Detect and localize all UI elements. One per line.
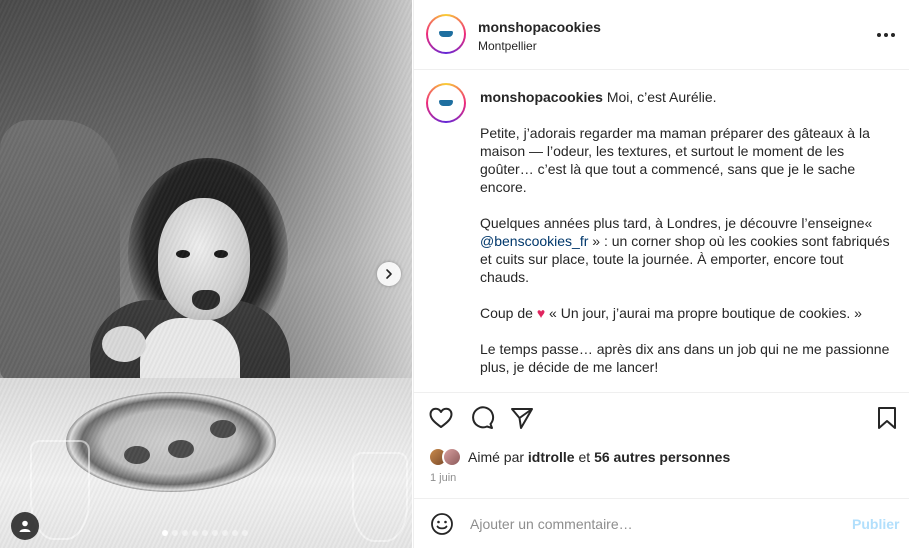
caption-username[interactable]: monshopacookies [480, 89, 603, 105]
carousel-dot [182, 530, 188, 536]
post-location[interactable]: Montpellier [478, 39, 537, 53]
add-comment-bar: Publier [414, 498, 909, 548]
emoji-picker-button[interactable] [430, 512, 454, 536]
likes-prefix: Aimé par [468, 449, 528, 465]
carousel-indicator [162, 530, 248, 536]
avatar[interactable] [426, 14, 466, 54]
carousel-dot [172, 530, 178, 536]
post-photo [0, 0, 412, 548]
post-actions [414, 395, 909, 441]
comment-bubble-icon [472, 406, 495, 429]
avatar-logo [428, 16, 464, 52]
bookmark-icon [878, 407, 896, 429]
save-button[interactable] [874, 405, 900, 431]
likes-middle: et [574, 449, 595, 465]
more-options-icon [891, 33, 895, 37]
caption-paragraph: Le temps passe… après dix ans dans un jo… [480, 341, 890, 375]
share-button[interactable] [509, 405, 535, 431]
chevron-right-icon [386, 269, 392, 279]
smiley-icon [431, 513, 453, 535]
carousel-dot [202, 530, 208, 536]
more-options-icon [877, 33, 881, 37]
brand-logo [439, 99, 453, 107]
liker-username[interactable]: idtrolle [528, 449, 575, 465]
caption-area: monshopacookies Moi, c’est Aurélie. Peti… [414, 71, 909, 393]
caption-paragraph: monshopacookies Moi, c’est Aurélie. [480, 88, 890, 106]
post-caption: monshopacookies Moi, c’est Aurélie. Peti… [480, 88, 890, 392]
more-options-icon [884, 33, 888, 37]
heart-icon [429, 407, 453, 428]
tagged-users-button[interactable] [11, 512, 39, 540]
caption-text: Quelques années plus tard, à Londres, je… [480, 215, 873, 231]
caption-text: Coup de [480, 305, 537, 321]
caption-text: « Un jour, j’aurai ma propre boutique de… [545, 305, 862, 321]
caption-paragraph: Quelques années plus tard, à Londres, je… [480, 214, 890, 286]
comment-button[interactable] [469, 405, 495, 431]
caption-intro: Moi, c’est Aurélie. [606, 89, 717, 105]
avatar-logo [428, 85, 464, 121]
like-button[interactable] [428, 405, 454, 431]
user-tag-icon [19, 520, 31, 532]
likes-summary: Aimé par idtrolle et 56 autres personnes [428, 446, 730, 468]
logo-mark [439, 99, 453, 106]
brand-logo [439, 30, 453, 38]
heart-emoji-icon: ♥ [536, 305, 546, 321]
caption-paragraph: Petite, j’adorais regarder ma maman prép… [480, 125, 870, 195]
carousel-dot [242, 530, 248, 536]
carousel-dot [232, 530, 238, 536]
carousel-dot [162, 530, 168, 536]
caption-avatar[interactable] [426, 83, 466, 123]
carousel-dot [192, 530, 198, 536]
comment-input[interactable] [470, 512, 830, 536]
paper-plane-icon [511, 408, 533, 429]
carousel-dot [222, 530, 228, 536]
post-author-username[interactable]: monshopacookies [478, 19, 601, 35]
post-header: monshopacookies Montpellier [414, 0, 909, 70]
carousel-dot [212, 530, 218, 536]
carousel-next-button[interactable] [377, 262, 401, 286]
likes-text: Aimé par idtrolle et 56 autres personnes [468, 449, 730, 465]
publish-button[interactable]: Publier [852, 516, 899, 532]
mention-link[interactable]: @benscookies_fr [480, 233, 588, 249]
post-sidebar: monshopacookies Montpellier monshopacook… [413, 0, 909, 548]
liker-avatar[interactable] [442, 447, 462, 467]
logo-mark [439, 30, 453, 37]
photo-grain [0, 0, 412, 548]
likes-others-link[interactable]: 56 autres personnes [594, 449, 730, 465]
caption-paragraph: Coup de ♥ « Un jour, j’aurai ma propre b… [480, 304, 890, 322]
more-options-button[interactable] [874, 25, 898, 45]
post-date[interactable]: 1 juin [430, 472, 456, 484]
